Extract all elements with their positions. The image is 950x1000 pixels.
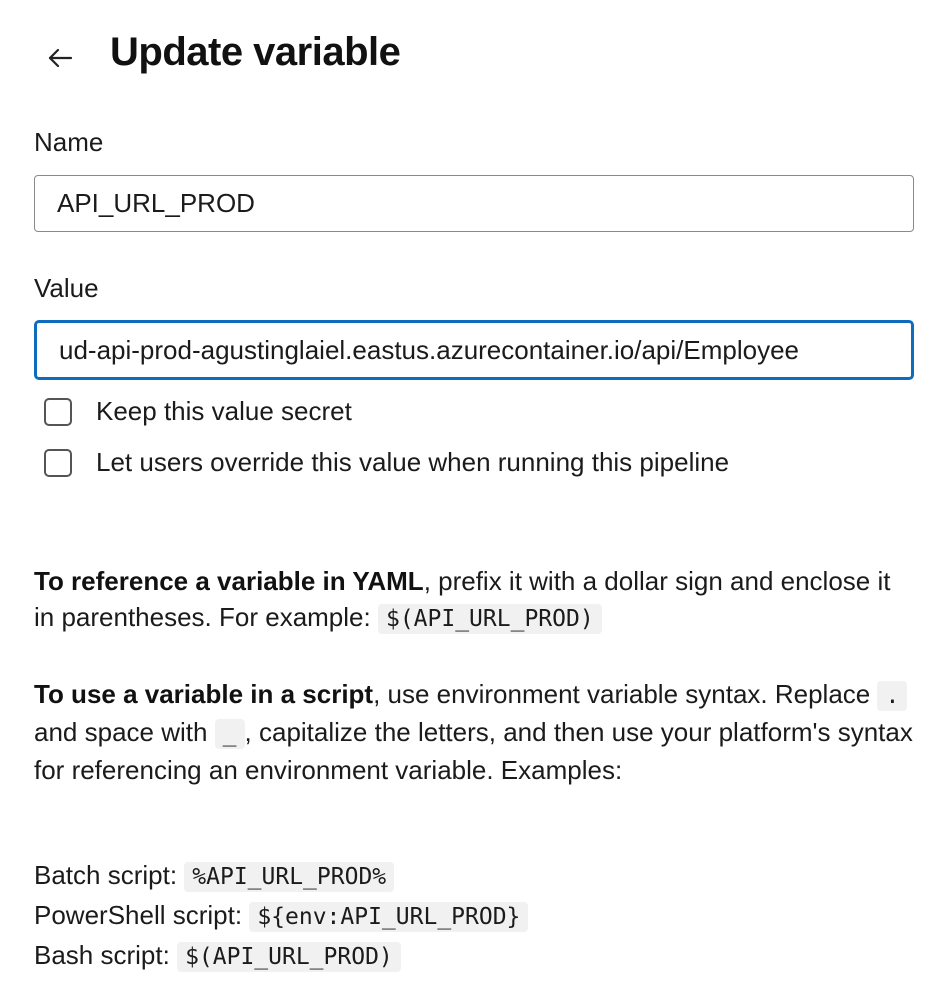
name-label: Name [34, 127, 104, 157]
script-help-text: To use a variable in a script, use envir… [34, 676, 914, 788]
arrow-left-icon [46, 46, 74, 75]
keep-secret-checkbox[interactable] [44, 397, 72, 426]
back-button[interactable] [42, 44, 78, 76]
bash-example-label: Bash script: [34, 940, 178, 970]
batch-example-code: %API_URL_PROD% [184, 862, 395, 892]
keep-secret-checkbox-row[interactable]: Keep this value secret [44, 396, 352, 427]
powershell-example: PowerShell script: ${env:API_URL_PROD} [34, 897, 529, 935]
override-label: Let users override this value when runni… [96, 447, 730, 477]
override-checkbox-row[interactable]: Let users override this value when runni… [44, 447, 729, 478]
bash-example: Bash script: $(API_URL_PROD) [34, 937, 401, 975]
override-checkbox[interactable] [44, 448, 72, 477]
powershell-example-code: ${env:API_URL_PROD} [249, 902, 529, 932]
batch-example: Batch script: %API_URL_PROD% [34, 857, 395, 895]
page-title: Update variable [110, 30, 401, 74]
yaml-help-text: To reference a variable in YAML, prefix … [34, 563, 914, 637]
batch-example-label: Batch script: [34, 860, 185, 890]
script-help-heading: To use a variable in a script [34, 679, 374, 709]
script-help-body-2: and space with [34, 717, 215, 747]
yaml-example-code: $(API_URL_PROD) [377, 604, 602, 634]
keep-secret-label: Keep this value secret [96, 396, 352, 426]
name-input[interactable] [34, 175, 914, 232]
bash-example-code: $(API_URL_PROD) [177, 942, 401, 972]
underscore-code: _ [214, 719, 245, 749]
script-help-body-1: , use environment variable syntax. Repla… [373, 679, 878, 709]
powershell-example-label: PowerShell script: [34, 900, 250, 930]
yaml-help-heading: To reference a variable in YAML [34, 566, 424, 596]
dot-code: . [877, 681, 908, 711]
value-label: Value [34, 273, 99, 303]
value-input[interactable] [34, 320, 914, 380]
